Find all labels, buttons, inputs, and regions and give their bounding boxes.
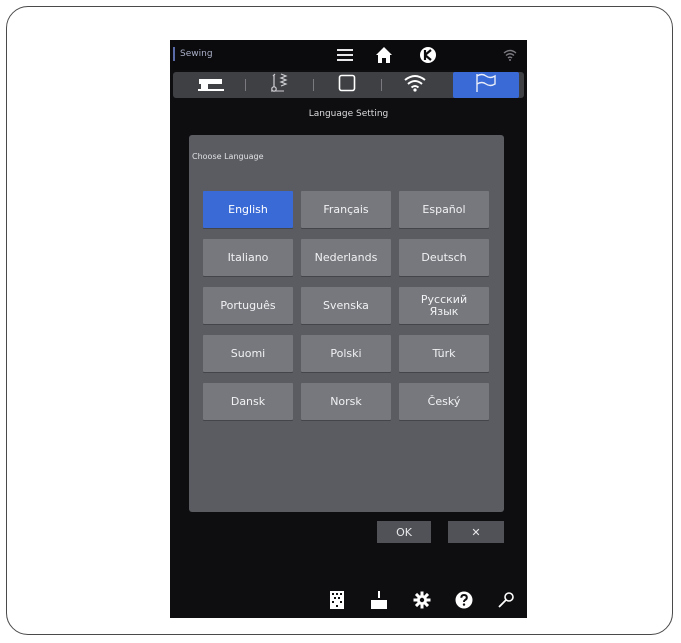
language-option-nederlands[interactable]: Nederlands: [301, 239, 391, 276]
language-option-suomi[interactable]: Suomi: [203, 335, 293, 372]
tab-wifi[interactable]: [385, 72, 445, 98]
tab-language[interactable]: [453, 72, 519, 98]
stitch-settings-icon: [270, 73, 288, 97]
language-option-norsk[interactable]: Norsk: [301, 383, 391, 420]
tab-divider: [245, 79, 246, 91]
wrench-icon[interactable]: [495, 589, 517, 611]
language-option-portugues[interactable]: Português: [203, 287, 293, 324]
flag-icon: [474, 73, 498, 97]
page-title: Language Setting: [308, 109, 389, 119]
panel-label: Choose Language: [192, 152, 264, 161]
language-option-svenska[interactable]: Svenska: [301, 287, 391, 324]
home-icon[interactable]: [372, 43, 396, 67]
top-bar: Sewing: [170, 40, 527, 70]
device-screen: Sewing Language Setting Choose Language …: [170, 40, 527, 618]
settings-gear-icon[interactable]: [411, 589, 433, 611]
tab-divider: [381, 79, 382, 91]
language-option-dansk[interactable]: Dansk: [203, 383, 293, 420]
sewing-machine-icon: [198, 76, 224, 95]
language-option-russian[interactable]: Русский Язык: [399, 287, 489, 324]
stitch-density-icon[interactable]: [326, 589, 348, 611]
close-icon: ✕: [471, 525, 481, 539]
language-option-italiano[interactable]: Italiano: [203, 239, 293, 276]
tab-divider: [313, 79, 314, 91]
tab-stitch[interactable]: [249, 72, 309, 98]
language-option-polski[interactable]: Polski: [301, 335, 391, 372]
language-option-deutsch[interactable]: Deutsch: [399, 239, 489, 276]
mode-label: Sewing: [173, 47, 213, 61]
screen-settings-icon: [338, 74, 356, 96]
language-panel: Choose Language English Français Español…: [189, 135, 504, 512]
needle-down-icon[interactable]: [368, 589, 390, 611]
tab-bar: [173, 72, 524, 98]
language-option-francais[interactable]: Français: [301, 191, 391, 228]
language-option-english[interactable]: English: [203, 191, 293, 228]
language-option-turk[interactable]: Türk: [399, 335, 489, 372]
wifi-icon: [404, 74, 426, 96]
tab-screen[interactable]: [317, 72, 377, 98]
cancel-button[interactable]: ✕: [448, 521, 504, 543]
help-icon[interactable]: [453, 589, 475, 611]
brand-logo-icon[interactable]: [416, 43, 440, 67]
wifi-status-icon: [500, 43, 520, 67]
ok-button[interactable]: OK: [377, 521, 431, 543]
language-option-espanol[interactable]: Español: [399, 191, 489, 228]
tab-sewing[interactable]: [181, 72, 241, 98]
menu-icon[interactable]: [333, 43, 357, 67]
language-option-cesky[interactable]: Český: [399, 383, 489, 420]
